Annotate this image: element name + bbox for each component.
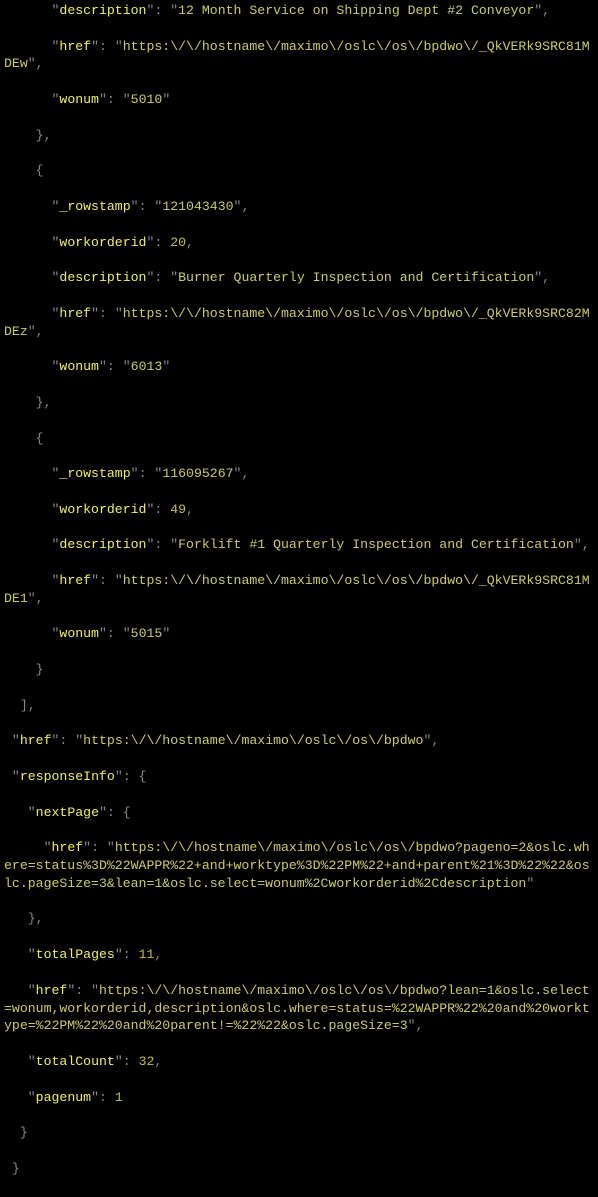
key-wonum: wonum: [59, 359, 99, 374]
key-href-outer: href: [20, 733, 52, 748]
key-rowstamp: _rowstamp: [59, 199, 130, 214]
value-totalcount: 32: [139, 1054, 155, 1069]
key-responseinfo: responseInfo: [20, 769, 115, 784]
json-response-block: "description": "12 Month Service on Ship…: [4, 2, 594, 1195]
key-href: href: [59, 39, 91, 54]
key-workorderid: workorderid: [59, 502, 146, 517]
key-wonum: wonum: [59, 626, 99, 641]
value-description-1: Burner Quarterly Inspection and Certific…: [178, 270, 534, 285]
value-wonum-2: 5015: [131, 626, 163, 641]
value-description-2: Forklift #1 Quarterly Inspection and Cer…: [178, 537, 574, 552]
key-nextpage-href: href: [52, 840, 84, 855]
key-nextpage: nextPage: [36, 805, 99, 820]
key-description: description: [59, 3, 146, 18]
value-totalpages: 11: [139, 947, 155, 962]
key-totalpages: totalPages: [36, 947, 115, 962]
key-totalcount: totalCount: [36, 1054, 115, 1069]
value-description-0: 12 Month Service on Shipping Dept #2 Con…: [178, 3, 534, 18]
key-workorderid: workorderid: [59, 235, 146, 250]
value-wonum-1: 6013: [131, 359, 163, 374]
key-wonum: wonum: [59, 92, 99, 107]
value-href-outer: https:\/\/hostname\/maximo\/oslc\/os\/bp…: [83, 733, 423, 748]
value-workorderid-1: 20: [170, 235, 186, 250]
key-description: description: [59, 270, 146, 285]
key-href: href: [59, 573, 91, 588]
key-rowstamp: _rowstamp: [59, 466, 130, 481]
value-rowstamp-2: 116095267: [162, 466, 233, 481]
value-rowstamp-1: 121043430: [162, 199, 233, 214]
value-workorderid-2: 49: [170, 502, 186, 517]
value-pagenum: 1: [115, 1090, 123, 1105]
value-wonum-0: 5010: [131, 92, 163, 107]
key-pagenum: pagenum: [36, 1090, 91, 1105]
key-href: href: [59, 306, 91, 321]
key-responseinfo-href: href: [36, 983, 68, 998]
key-description: description: [59, 537, 146, 552]
